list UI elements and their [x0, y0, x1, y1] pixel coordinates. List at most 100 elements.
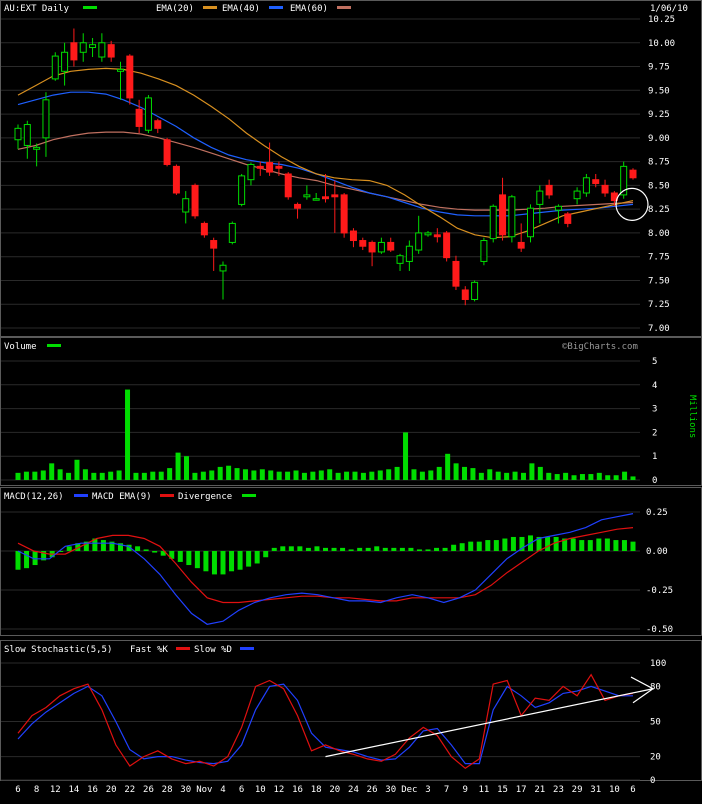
volume-bar — [15, 472, 21, 480]
divergence-bar — [263, 551, 269, 558]
divergence-bar — [280, 546, 286, 551]
volume-panel-frame — [0, 337, 702, 486]
candle-body — [312, 198, 320, 201]
volume-bar — [167, 468, 173, 480]
fast-k-label: Fast %K — [130, 645, 169, 655]
bigcharts-chart: AU:EXT Daily EMA(20) EMA(40) EMA(60) 1/0… — [0, 0, 702, 795]
candle-body — [117, 68, 124, 72]
divergence-bar — [288, 546, 294, 551]
candle-body — [33, 146, 41, 150]
divergence-bar — [254, 551, 260, 564]
volume-bar — [91, 472, 97, 480]
ema20-swatch — [203, 6, 217, 9]
volume-bar — [622, 471, 628, 480]
slow-d-label: Slow %D — [194, 645, 232, 655]
divergence-bar — [66, 546, 72, 551]
volume-bar — [529, 463, 535, 480]
volume-bar — [183, 456, 189, 480]
divergence-bar — [630, 541, 636, 551]
candle-body — [256, 165, 264, 169]
candle-body — [489, 205, 497, 240]
volume-bar — [386, 469, 392, 480]
divergence-bar — [314, 546, 320, 551]
volume-bar — [495, 471, 501, 480]
x-axis-label: 16 — [87, 785, 98, 795]
candle-body — [182, 198, 190, 213]
volume-tick-label: 5 — [652, 357, 657, 367]
divergence-bar — [416, 549, 422, 551]
divergence-bar — [135, 546, 141, 551]
divergence-bar — [587, 540, 593, 551]
volume-bar — [301, 472, 307, 480]
divergence-bar — [305, 547, 311, 551]
candle-body — [14, 127, 22, 141]
volume-bar — [504, 472, 510, 480]
ticker-swatch — [83, 6, 97, 9]
divergence-bar — [545, 536, 551, 551]
volume-bar — [32, 471, 38, 480]
divergence-bar — [553, 536, 559, 551]
candle-body — [322, 196, 329, 200]
price-tick-label: 9.75 — [648, 63, 670, 73]
divergence-label: Divergence — [178, 492, 232, 502]
volume-bar — [242, 469, 248, 480]
candle-body — [443, 232, 451, 259]
candle-body — [107, 44, 115, 58]
stoch-tick-label: 50 — [650, 718, 661, 728]
candle-body — [480, 240, 488, 262]
x-axis-label: Nov — [196, 785, 212, 795]
x-axis-label: 26 — [367, 785, 378, 795]
candle-body — [210, 240, 218, 249]
candle-body — [89, 44, 97, 49]
divergence-bar — [15, 551, 21, 570]
stoch-panel-frame — [0, 640, 702, 781]
x-axis-label: 4 — [220, 785, 225, 795]
x-axis-label: 24 — [348, 785, 359, 795]
volume-bar — [360, 472, 366, 480]
divergence-bar — [357, 547, 363, 551]
candle-body — [247, 163, 255, 181]
volume-bar — [82, 469, 88, 480]
x-axis-label: 6 — [239, 785, 244, 795]
price-tick-label: 10.25 — [648, 15, 675, 25]
volume-bar — [251, 470, 257, 480]
volume-bar — [285, 471, 291, 480]
candle-body — [126, 55, 134, 99]
candle-body — [517, 241, 525, 249]
x-axis-label: 10 — [255, 785, 266, 795]
x-axis-label: 15 — [497, 785, 508, 795]
volume-bar — [40, 470, 46, 480]
divergence-bar — [468, 541, 474, 551]
price-tick-label: 8.25 — [648, 205, 670, 215]
volume-bar — [596, 472, 602, 480]
price-legend: AU:EXT Daily EMA(20) EMA(40) EMA(60) 1/0… — [4, 4, 688, 14]
candle-body — [349, 230, 357, 242]
volume-bar — [99, 472, 105, 480]
volume-bar — [133, 472, 139, 480]
volume-bar — [462, 466, 468, 480]
volume-title: Volume — [4, 342, 37, 352]
divergence-bar — [220, 551, 226, 575]
divergence-bar — [297, 546, 303, 551]
candle-body — [471, 281, 479, 300]
ema20-label: EMA(20) — [156, 4, 194, 14]
volume-bar — [487, 469, 493, 480]
price-tick-label: 7.75 — [648, 253, 670, 263]
divergence-bar — [177, 551, 183, 562]
macd-panel-frame — [0, 487, 702, 636]
volume-bar — [335, 472, 341, 480]
volume-swatch — [47, 344, 61, 347]
volume-bar — [605, 475, 611, 480]
divergence-bar — [442, 547, 448, 551]
candle-body — [275, 165, 283, 169]
divergence-bar — [186, 551, 192, 566]
candle-body — [284, 173, 292, 198]
volume-tick-label: 1 — [652, 452, 657, 462]
candle-body — [135, 108, 143, 127]
candle-body — [228, 222, 236, 243]
divergence-bar — [246, 551, 252, 567]
divergence-bar — [476, 541, 482, 551]
candle-body — [154, 120, 162, 129]
candle-body — [191, 184, 199, 217]
volume-bar — [377, 470, 383, 480]
